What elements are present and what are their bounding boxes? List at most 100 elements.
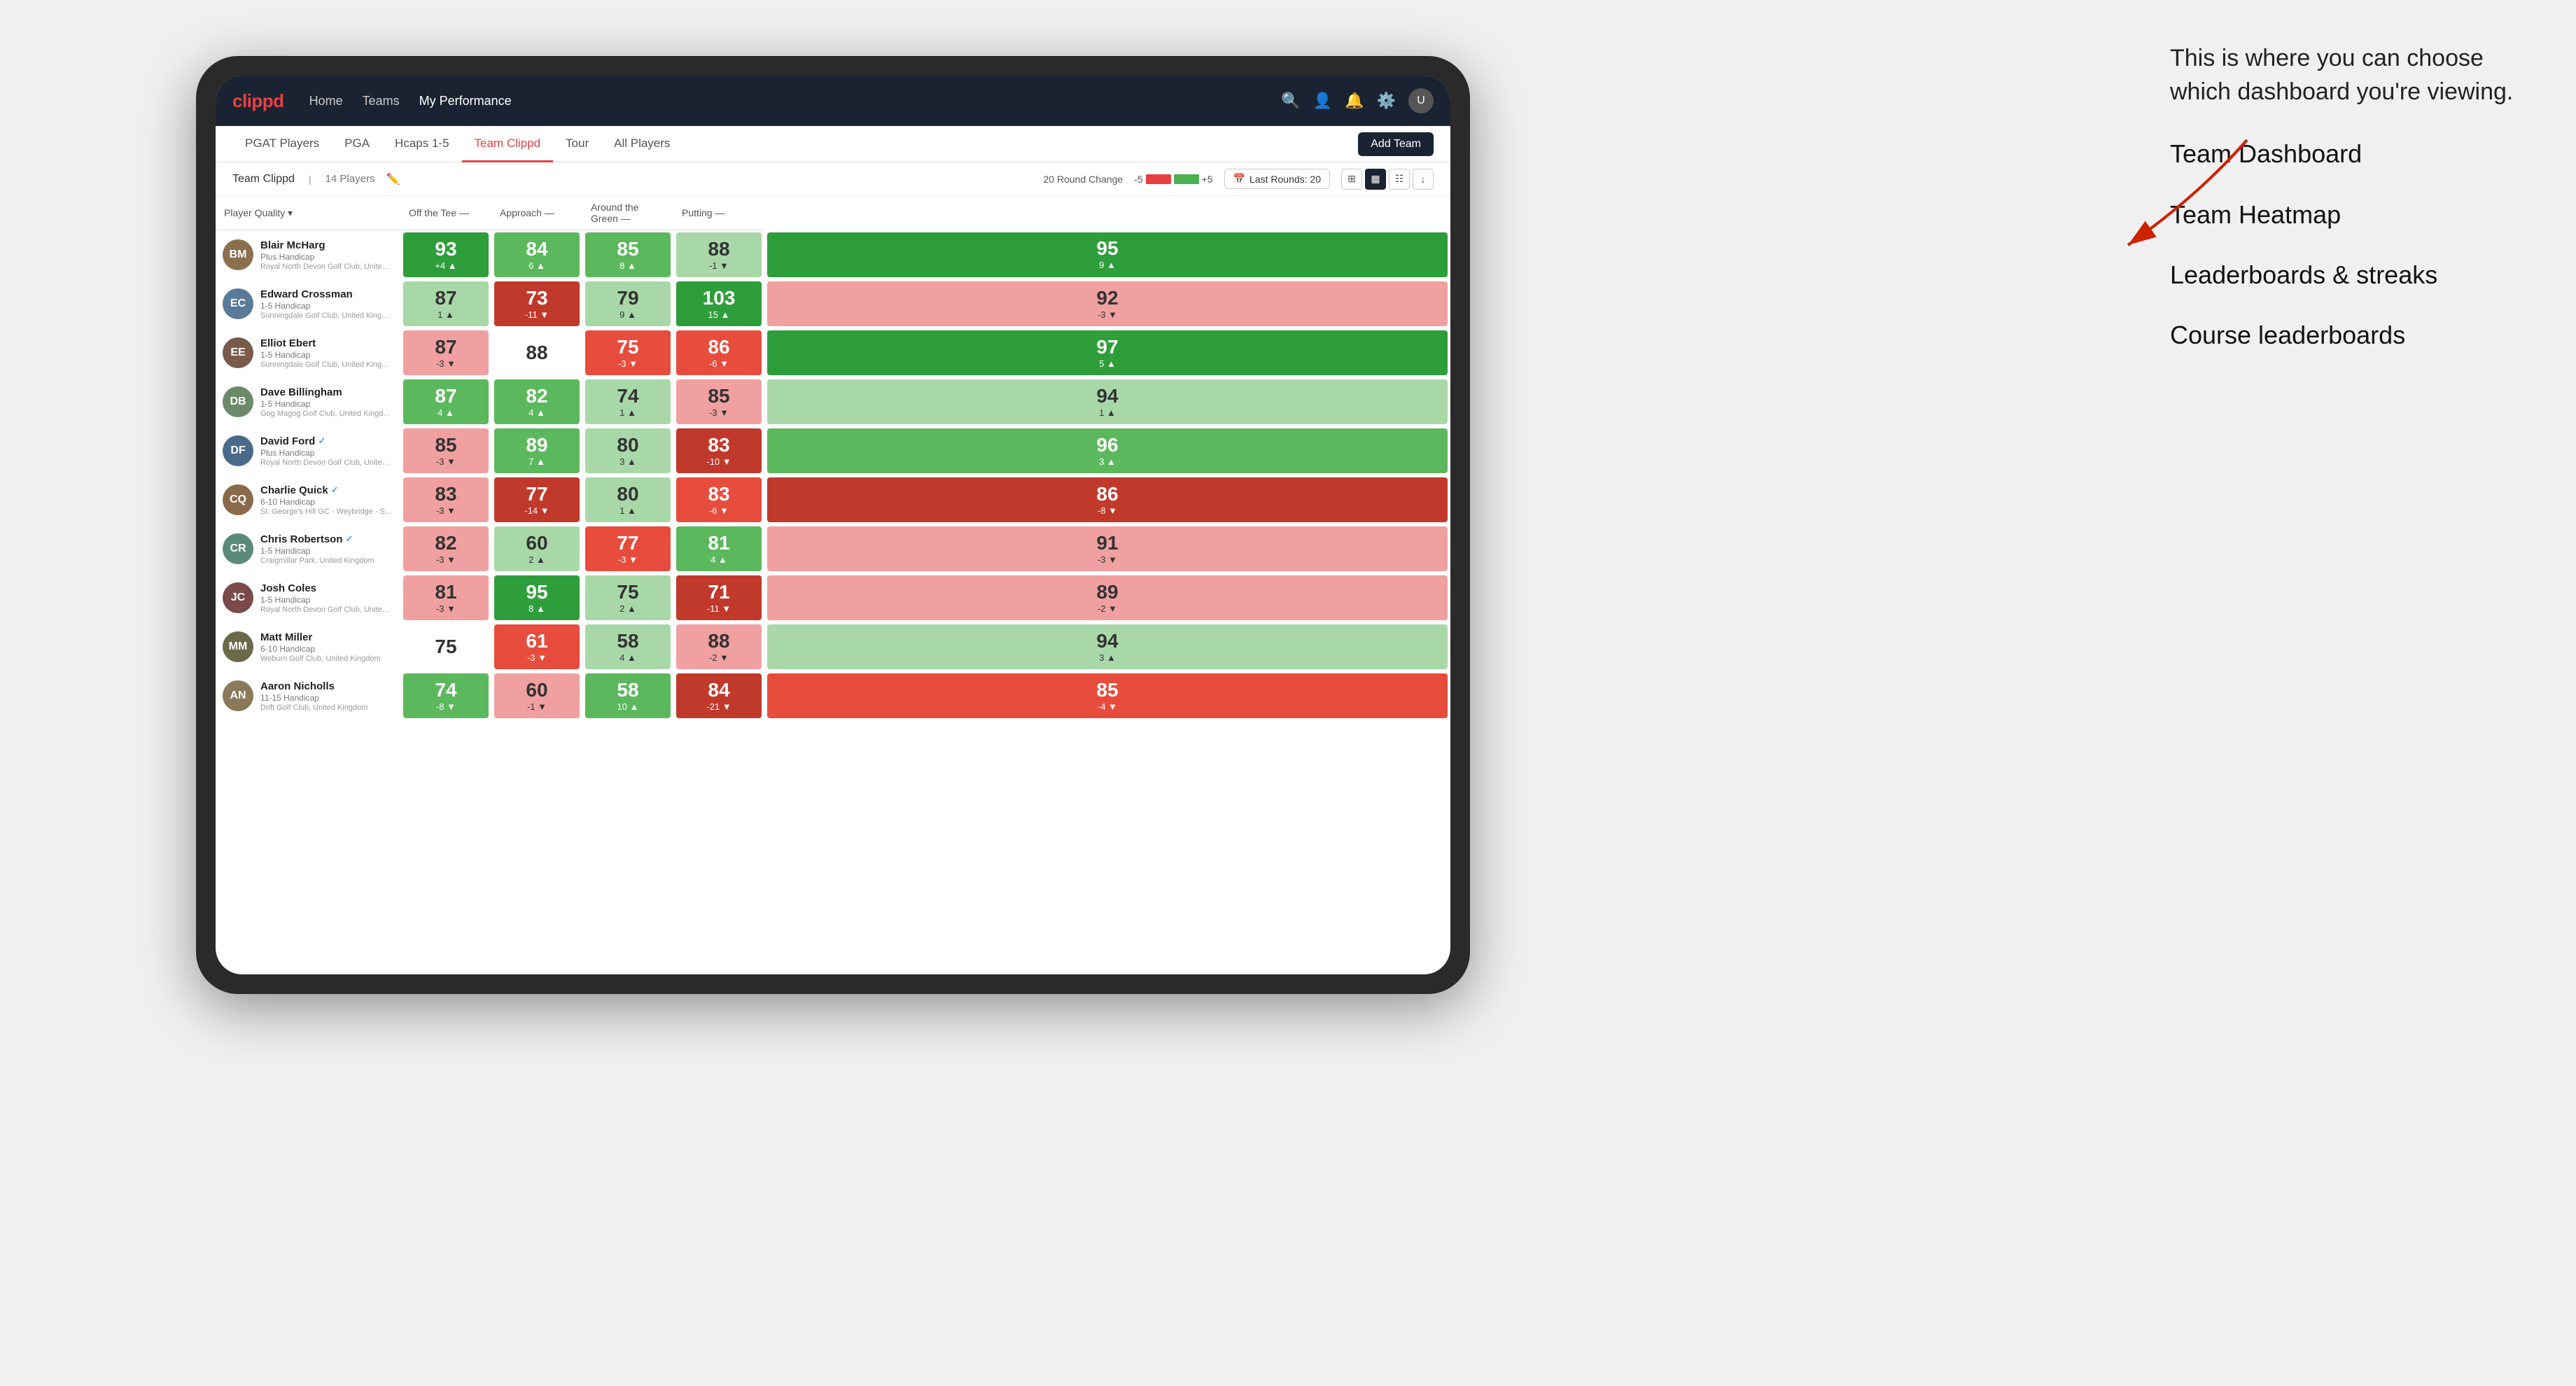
score-change: 3 ▲ xyxy=(620,456,636,467)
score-change: 9 ▲ xyxy=(1099,260,1116,270)
player-cell: ANAaron Nicholls11-15 HandicapDrift Golf… xyxy=(216,671,400,720)
tab-pga[interactable]: PGA xyxy=(332,126,382,162)
tab-bar: PGAT Players PGA Hcaps 1-5 Team Clippd T… xyxy=(216,126,1450,162)
table-row[interactable]: ANAaron Nicholls11-15 HandicapDrift Golf… xyxy=(216,671,1450,720)
player-cell: DBDave Billingham1-5 HandicapGog Magog G… xyxy=(216,377,400,426)
table-row[interactable]: ECEdward Crossman1-5 HandicapSunningdale… xyxy=(216,279,1450,328)
score-value: 95 xyxy=(1096,239,1118,258)
col-putting-header[interactable]: Putting — xyxy=(673,196,764,230)
player-handicap: 11-15 Handicap xyxy=(260,693,368,703)
data-table-container: Player Quality ▾ Off the Tee — Approach … xyxy=(216,196,1450,974)
player-name: David Ford✓ xyxy=(260,435,393,447)
add-team-button[interactable]: Add Team xyxy=(1358,132,1434,156)
table-row[interactable]: DBDave Billingham1-5 HandicapGog Magog G… xyxy=(216,377,1450,426)
player-count: 14 Players xyxy=(326,173,375,185)
nav-link-teams[interactable]: Teams xyxy=(363,91,400,111)
player-avatar: MM xyxy=(223,631,253,662)
score-value: 91 xyxy=(1096,533,1118,553)
score-cell-around_green: 85-3 ▼ xyxy=(673,377,764,426)
score-value: 84 xyxy=(708,680,729,700)
tab-all-players[interactable]: All Players xyxy=(601,126,682,162)
player-name: Josh Coles xyxy=(260,582,393,594)
score-change: -6 ▼ xyxy=(709,358,729,369)
tab-tour[interactable]: Tour xyxy=(553,126,601,162)
player-handicap: 1-5 Handicap xyxy=(260,595,393,605)
score-value: 58 xyxy=(617,631,638,651)
nav-links: Home Teams My Performance xyxy=(309,91,1282,111)
avatar[interactable]: U xyxy=(1408,88,1434,113)
col-player-header[interactable]: Player Quality ▾ xyxy=(216,196,400,230)
range-high: +5 xyxy=(1202,174,1213,185)
score-cell-quality: 93+4 ▲ xyxy=(400,230,491,280)
range-low: -5 xyxy=(1134,174,1142,185)
score-cell-quality: 74-8 ▼ xyxy=(400,671,491,720)
score-change: -2 ▼ xyxy=(709,652,729,663)
player-name: Matt Miller xyxy=(260,631,381,643)
table-row[interactable]: CRChris Robertson✓1-5 HandicapCraigmilla… xyxy=(216,524,1450,573)
score-change: -3 ▼ xyxy=(1098,309,1117,320)
table-row[interactable]: DFDavid Ford✓Plus HandicapRoyal North De… xyxy=(216,426,1450,475)
calendar-icon: 📅 xyxy=(1233,173,1245,185)
score-value: 88 xyxy=(708,631,729,651)
tab-team-clippd[interactable]: Team Clippd xyxy=(462,126,554,162)
player-club: Sunningdale Golf Club, United Kingdom xyxy=(260,312,393,320)
score-cell-putting: 959 ▲ xyxy=(764,230,1450,280)
edit-icon[interactable]: ✏️ xyxy=(386,172,400,186)
chart-view-button[interactable]: ☷ xyxy=(1389,169,1410,190)
view-toggle: ⊞ ▦ ☷ ↓ xyxy=(1341,169,1434,190)
score-change: 15 ▲ xyxy=(708,309,730,320)
player-avatar: DB xyxy=(223,386,253,417)
player-cell: CQCharlie Quick✓6-10 HandicapSt. George'… xyxy=(216,475,400,524)
score-change: 8 ▲ xyxy=(620,260,636,271)
score-cell-quality: 871 ▲ xyxy=(400,279,491,328)
score-value: 85 xyxy=(617,239,638,259)
nav-link-performance[interactable]: My Performance xyxy=(419,91,512,111)
table-row[interactable]: BMBlair McHargPlus HandicapRoyal North D… xyxy=(216,230,1450,280)
table-row[interactable]: MMMatt Miller6-10 HandicapWoburn Golf Cl… xyxy=(216,622,1450,671)
last-rounds-button[interactable]: 📅 Last Rounds: 20 xyxy=(1224,169,1330,189)
player-avatar: CR xyxy=(223,533,253,564)
score-cell-quality: 87-3 ▼ xyxy=(400,328,491,377)
player-handicap: Plus Handicap xyxy=(260,448,393,458)
download-button[interactable]: ↓ xyxy=(1413,169,1434,190)
score-change: -3 ▼ xyxy=(1098,554,1117,565)
score-change: 3 ▲ xyxy=(1099,456,1116,467)
score-change: 8 ▲ xyxy=(528,603,545,614)
score-cell-approach: 801 ▲ xyxy=(582,475,673,524)
col-approach-header[interactable]: Approach — xyxy=(491,196,582,230)
score-cell-around_green: 84-21 ▼ xyxy=(673,671,764,720)
score-value: 74 xyxy=(617,386,638,406)
score-cell-putting: 91-3 ▼ xyxy=(764,524,1450,573)
bell-icon[interactable]: 🔔 xyxy=(1345,92,1364,110)
score-change: 3 ▲ xyxy=(1099,652,1116,663)
score-value: 88 xyxy=(708,239,729,259)
score-change: 7 ▲ xyxy=(528,456,545,467)
col-around-green-header[interactable]: Around the Green — xyxy=(582,196,673,230)
player-avatar: JC xyxy=(223,582,253,613)
heatmap-view-button[interactable]: ▦ xyxy=(1365,169,1386,190)
table-row[interactable]: CQCharlie Quick✓6-10 HandicapSt. George'… xyxy=(216,475,1450,524)
score-value: 79 xyxy=(617,288,638,308)
table-row[interactable]: EEElliot Ebert1-5 HandicapSunningdale Go… xyxy=(216,328,1450,377)
score-cell-approach: 5810 ▲ xyxy=(582,671,673,720)
score-change: -21 ▼ xyxy=(706,701,731,712)
grid-view-button[interactable]: ⊞ xyxy=(1341,169,1362,190)
annotation-arrow xyxy=(2072,126,2282,266)
score-value: 103 xyxy=(703,288,736,308)
toolbar: Team Clippd | 14 Players ✏️ 20 Round Cha… xyxy=(216,162,1450,196)
nav-link-home[interactable]: Home xyxy=(309,91,343,111)
col-off-tee-header[interactable]: Off the Tee — xyxy=(400,196,491,230)
score-change: -3 ▼ xyxy=(618,358,638,369)
score-cell-off_tee: 897 ▲ xyxy=(491,426,582,475)
score-value: 86 xyxy=(708,337,729,357)
table-row[interactable]: JCJosh Coles1-5 HandicapRoyal North Devo… xyxy=(216,573,1450,622)
player-avatar: DF xyxy=(223,435,253,466)
settings-icon[interactable]: ⚙️ xyxy=(1377,92,1396,110)
search-icon[interactable]: 🔍 xyxy=(1281,92,1300,110)
player-club: St. George's Hill GC - Weybridge - Surre… xyxy=(260,507,393,516)
tab-hcaps[interactable]: Hcaps 1-5 xyxy=(382,126,461,162)
score-value: 80 xyxy=(617,435,638,455)
person-icon[interactable]: 👤 xyxy=(1313,92,1332,110)
tab-pgat-players[interactable]: PGAT Players xyxy=(232,126,332,162)
score-cell-approach: 799 ▲ xyxy=(582,279,673,328)
